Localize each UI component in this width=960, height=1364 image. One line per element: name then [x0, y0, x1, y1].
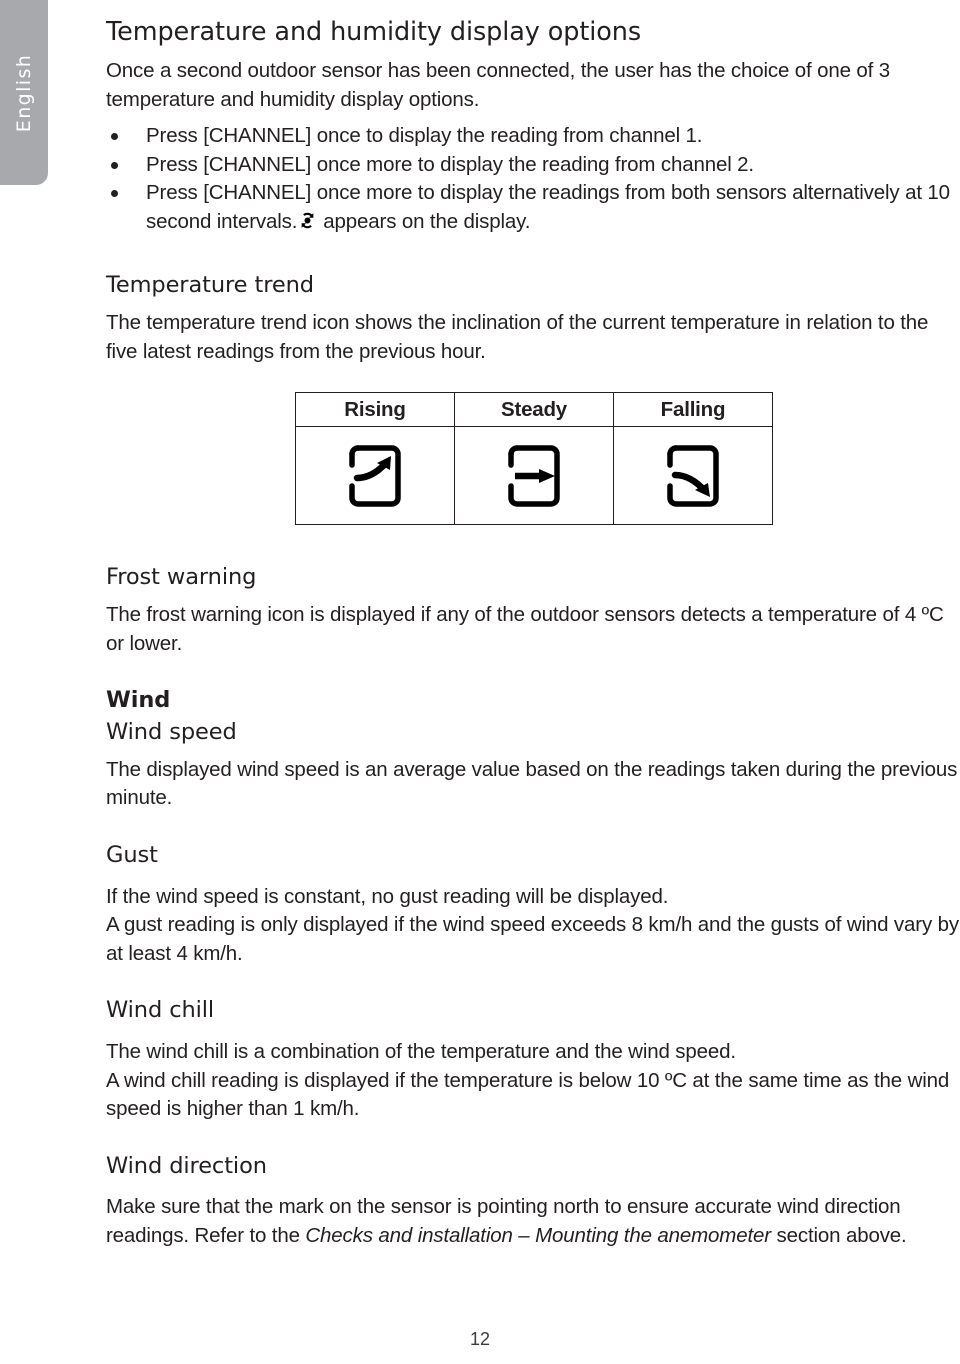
paragraph-frost-warning: The frost warning icon is displayed if a…: [106, 603, 944, 655]
temperature-trend-table: Rising Steady Falling: [295, 392, 773, 526]
paragraph-wind-chill-line2: A wind chill reading is displayed if the…: [106, 1068, 950, 1121]
list-item: Press [CHANNEL] once to display the read…: [106, 122, 960, 151]
heading-wind-chill: Wind chill: [106, 997, 215, 1024]
trend-falling-icon: [614, 440, 772, 512]
page-number: 12: [469, 1329, 491, 1349]
bullet-dot-icon: [111, 133, 118, 141]
list-item: Press [CHANNEL] once more to display the…: [106, 179, 960, 239]
list-display-options: Press [CHANNEL] once to display the read…: [106, 122, 960, 239]
language-tab-label: English: [13, 53, 35, 132]
paragraph-gust-line2: A gust reading is only displayed if the …: [106, 913, 959, 965]
table-header-steady: Steady: [454, 392, 614, 428]
paragraph-gust-line1: If the wind speed is constant, no gust r…: [106, 884, 669, 908]
table-header-rising: Rising: [295, 392, 455, 428]
heading-frost-warning: Frost warning: [106, 564, 257, 591]
bullet-dot-icon: [111, 161, 118, 169]
table-row: [295, 426, 773, 526]
heading-wind-direction: Wind direction: [106, 1152, 267, 1179]
paragraph-display-options-intro: Once a second outdoor sensor has been co…: [106, 59, 891, 111]
table-header-falling: Falling: [613, 392, 773, 428]
list-item-label: Press [CHANNEL] once more to display the…: [146, 181, 950, 233]
sync-refresh-icon: [297, 210, 318, 240]
heading-wind: Wind: [106, 687, 171, 714]
list-item-label: Press [CHANNEL] once more to display the…: [146, 152, 754, 176]
language-tab: English: [0, 0, 48, 185]
table-cell-falling-icon: [613, 426, 773, 526]
paragraph-wind-chill-line1: The wind chill is a combination of the t…: [106, 1040, 736, 1064]
table-header-row: Rising Steady Falling: [295, 392, 773, 428]
table-cell-steady-icon: [454, 426, 614, 526]
heading-temperature-trend: Temperature trend: [106, 272, 314, 299]
heading-wind-speed: Wind speed: [106, 718, 237, 745]
trend-steady-icon: [455, 440, 613, 512]
bullet-dot-icon: [111, 190, 118, 198]
trend-table-wrapper: Rising Steady Falling: [106, 392, 960, 526]
trend-rising-icon: [296, 440, 454, 512]
bullet3-suffix-label: appears on the display.: [323, 209, 531, 233]
heading-display-options: Temperature and humidity display options: [106, 17, 641, 47]
paragraph-wind-speed: The displayed wind speed is an average v…: [106, 757, 958, 810]
page-content: Temperature and humidity display options…: [106, 0, 960, 1250]
wind-direction-cross-reference: Checks and installation – Mounting the a…: [305, 1223, 771, 1247]
paragraph-wind-direction: Make sure that the mark on the sensor is…: [106, 1193, 960, 1250]
table-cell-rising-icon: [295, 426, 455, 526]
list-item-label: Press [CHANNEL] once to display the read…: [146, 124, 703, 148]
paragraph-temperature-trend: The temperature trend icon shows the inc…: [106, 311, 929, 363]
list-item: Press [CHANNEL] once more to display the…: [106, 151, 960, 180]
wind-direction-text-suffix: section above.: [770, 1223, 907, 1247]
heading-gust: Gust: [106, 841, 158, 868]
